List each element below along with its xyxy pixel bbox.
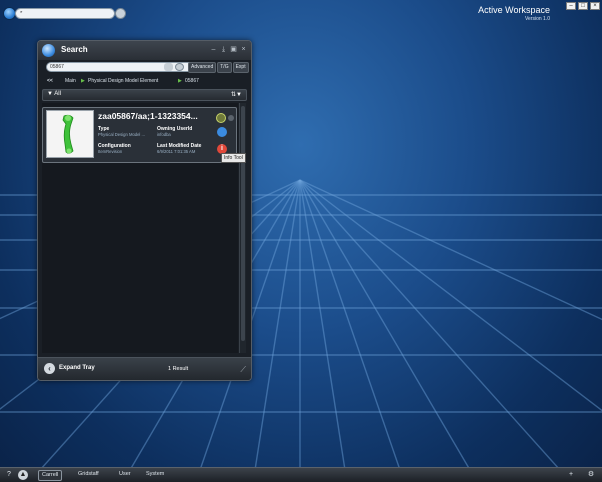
breadcrumb-arrow-icon: ▶ bbox=[81, 78, 85, 84]
sort-icon: ⇅▼ bbox=[231, 92, 242, 98]
filter-icon: ▼ bbox=[47, 91, 53, 97]
maximize-icon[interactable]: □ bbox=[578, 2, 588, 10]
expand-tray-button[interactable]: Expand Tray bbox=[59, 365, 95, 371]
type-value: Physical Design Model ... bbox=[98, 132, 146, 137]
part-model-icon bbox=[62, 114, 74, 154]
expt-button[interactable]: Expt bbox=[232, 62, 249, 73]
panel-footer: ‹ Expand Tray 1 Result ⟋ bbox=[38, 357, 251, 380]
sort-filter-button[interactable]: ⇅▼ bbox=[231, 91, 242, 98]
app-branding: Active Workspace Version 1.0 bbox=[478, 5, 550, 22]
owner-value: infodba bbox=[157, 132, 171, 137]
configuration-value: ItemRevision bbox=[98, 149, 123, 154]
app-title: Active Workspace bbox=[478, 5, 550, 15]
tg-button[interactable]: T/G bbox=[217, 62, 232, 73]
settings-icon[interactable]: ⚙ bbox=[586, 470, 596, 480]
minimize-icon[interactable]: – bbox=[210, 46, 217, 53]
restore-icon[interactable]: ▣ bbox=[230, 46, 237, 53]
window-controls: – □ × bbox=[566, 2, 600, 10]
select-icon[interactable] bbox=[216, 113, 226, 123]
taskbar: ? ▲ Carrell Gridstaff User System + ⚙ bbox=[0, 467, 602, 482]
clear-search-icon[interactable] bbox=[164, 63, 173, 71]
breadcrumb-item-type[interactable]: Physical Design Model Element bbox=[88, 76, 158, 86]
home-icon[interactable]: ▲ bbox=[18, 470, 28, 480]
part-thumbnail bbox=[46, 110, 94, 158]
breadcrumb-item-main[interactable]: Main bbox=[65, 76, 76, 86]
app-version: Version 1.0 bbox=[524, 16, 550, 22]
global-search-input[interactable] bbox=[15, 8, 115, 19]
result-scrollbar[interactable] bbox=[239, 103, 246, 353]
filter-label: All bbox=[54, 91, 61, 97]
close-icon[interactable]: × bbox=[240, 46, 247, 53]
breadcrumb-item-query[interactable]: 05867 bbox=[185, 76, 199, 86]
query-row: Advanced T/G Expt bbox=[38, 61, 251, 74]
add-icon[interactable]: + bbox=[566, 470, 576, 480]
result-name[interactable]: zaa05867/aa;1-1323354... bbox=[98, 111, 198, 121]
taskbar-item-gridstaff[interactable]: Gridstaff bbox=[75, 470, 102, 479]
scrollbar-thumb[interactable] bbox=[241, 106, 245, 341]
result-card[interactable]: zaa05867/aa;1-1323354... Type Physical D… bbox=[42, 107, 237, 163]
search-icon bbox=[42, 44, 55, 57]
search-go-icon[interactable] bbox=[175, 63, 184, 71]
help-icon[interactable]: ? bbox=[4, 470, 14, 480]
taskbar-item-system[interactable]: System bbox=[143, 470, 167, 479]
search-panel: Search – ⤓ ▣ × Advanced T/G Expt << Main… bbox=[37, 40, 252, 381]
search-go-icon[interactable] bbox=[115, 8, 126, 19]
panel-tools: – ⤓ ▣ × bbox=[210, 46, 247, 53]
search-panel-header: Search – ⤓ ▣ × bbox=[38, 41, 251, 60]
global-search bbox=[3, 7, 126, 20]
modified-value: 6/9/2011 7:01:35 AM bbox=[157, 149, 196, 154]
info-tooltip: Info Tool bbox=[221, 153, 246, 163]
breadcrumb: << Main ▶ Physical Design Model Element … bbox=[38, 76, 251, 86]
breadcrumb-back-button[interactable]: << bbox=[47, 76, 53, 86]
panel-title: Search bbox=[61, 45, 88, 54]
more-icon[interactable] bbox=[228, 115, 234, 121]
download-icon[interactable]: ⤓ bbox=[220, 46, 227, 53]
result-count: 1 Result bbox=[168, 366, 189, 372]
search-options: Advanced T/G Expt bbox=[188, 62, 249, 73]
breadcrumb-arrow-icon: ▶ bbox=[178, 78, 182, 84]
taskbar-item-carrell[interactable]: Carrell bbox=[38, 470, 63, 481]
download-icon[interactable] bbox=[217, 127, 227, 137]
filter-bar: ▼ All ⇅▼ bbox=[42, 89, 247, 101]
resize-grip-icon[interactable]: ⟋ bbox=[240, 365, 246, 375]
expand-tray-icon[interactable]: ‹ bbox=[44, 363, 55, 374]
close-icon[interactable]: × bbox=[590, 2, 600, 10]
filter-button[interactable]: ▼ All bbox=[47, 91, 61, 97]
minimize-icon[interactable]: – bbox=[566, 2, 576, 10]
advanced-button[interactable]: Advanced bbox=[188, 62, 217, 73]
taskbar-item-user[interactable]: User bbox=[116, 470, 134, 479]
